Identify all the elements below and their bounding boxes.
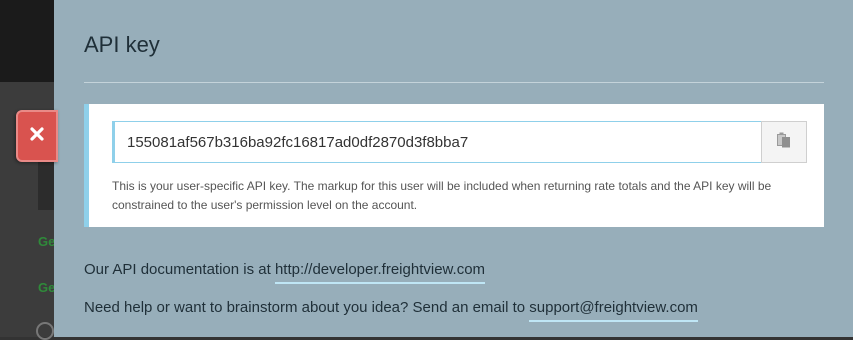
panel-title: API key [84, 32, 160, 57]
clipboard-icon [777, 132, 791, 153]
api-key-input[interactable] [112, 121, 761, 163]
api-key-row [112, 121, 807, 163]
support-line: Need help or want to brainstorm about yo… [84, 299, 698, 322]
background-header [0, 0, 54, 82]
background-block [38, 160, 54, 210]
copy-button[interactable] [761, 121, 807, 163]
docs-prefix: Our API documentation is at [84, 261, 275, 278]
docs-link[interactable]: http://developer.freightview.com [274, 261, 486, 284]
api-key-panel: API key This is your user-specific API k… [54, 0, 853, 337]
support-email-link[interactable]: support@freightview.com [529, 299, 698, 322]
api-key-card: This is your user-specific API key. The … [84, 104, 824, 227]
close-panel-button[interactable] [16, 110, 58, 162]
background-icon [36, 322, 54, 340]
title-divider [84, 82, 824, 83]
docs-line: Our API documentation is at http://devel… [84, 261, 486, 284]
close-icon [29, 126, 45, 147]
support-prefix: Need help or want to brainstorm about yo… [84, 299, 530, 316]
api-key-help-text: This is your user-specific API key. The … [112, 179, 772, 212]
background-text-fragment: Ge [38, 234, 56, 249]
background-text-fragment: Ge [38, 280, 56, 295]
